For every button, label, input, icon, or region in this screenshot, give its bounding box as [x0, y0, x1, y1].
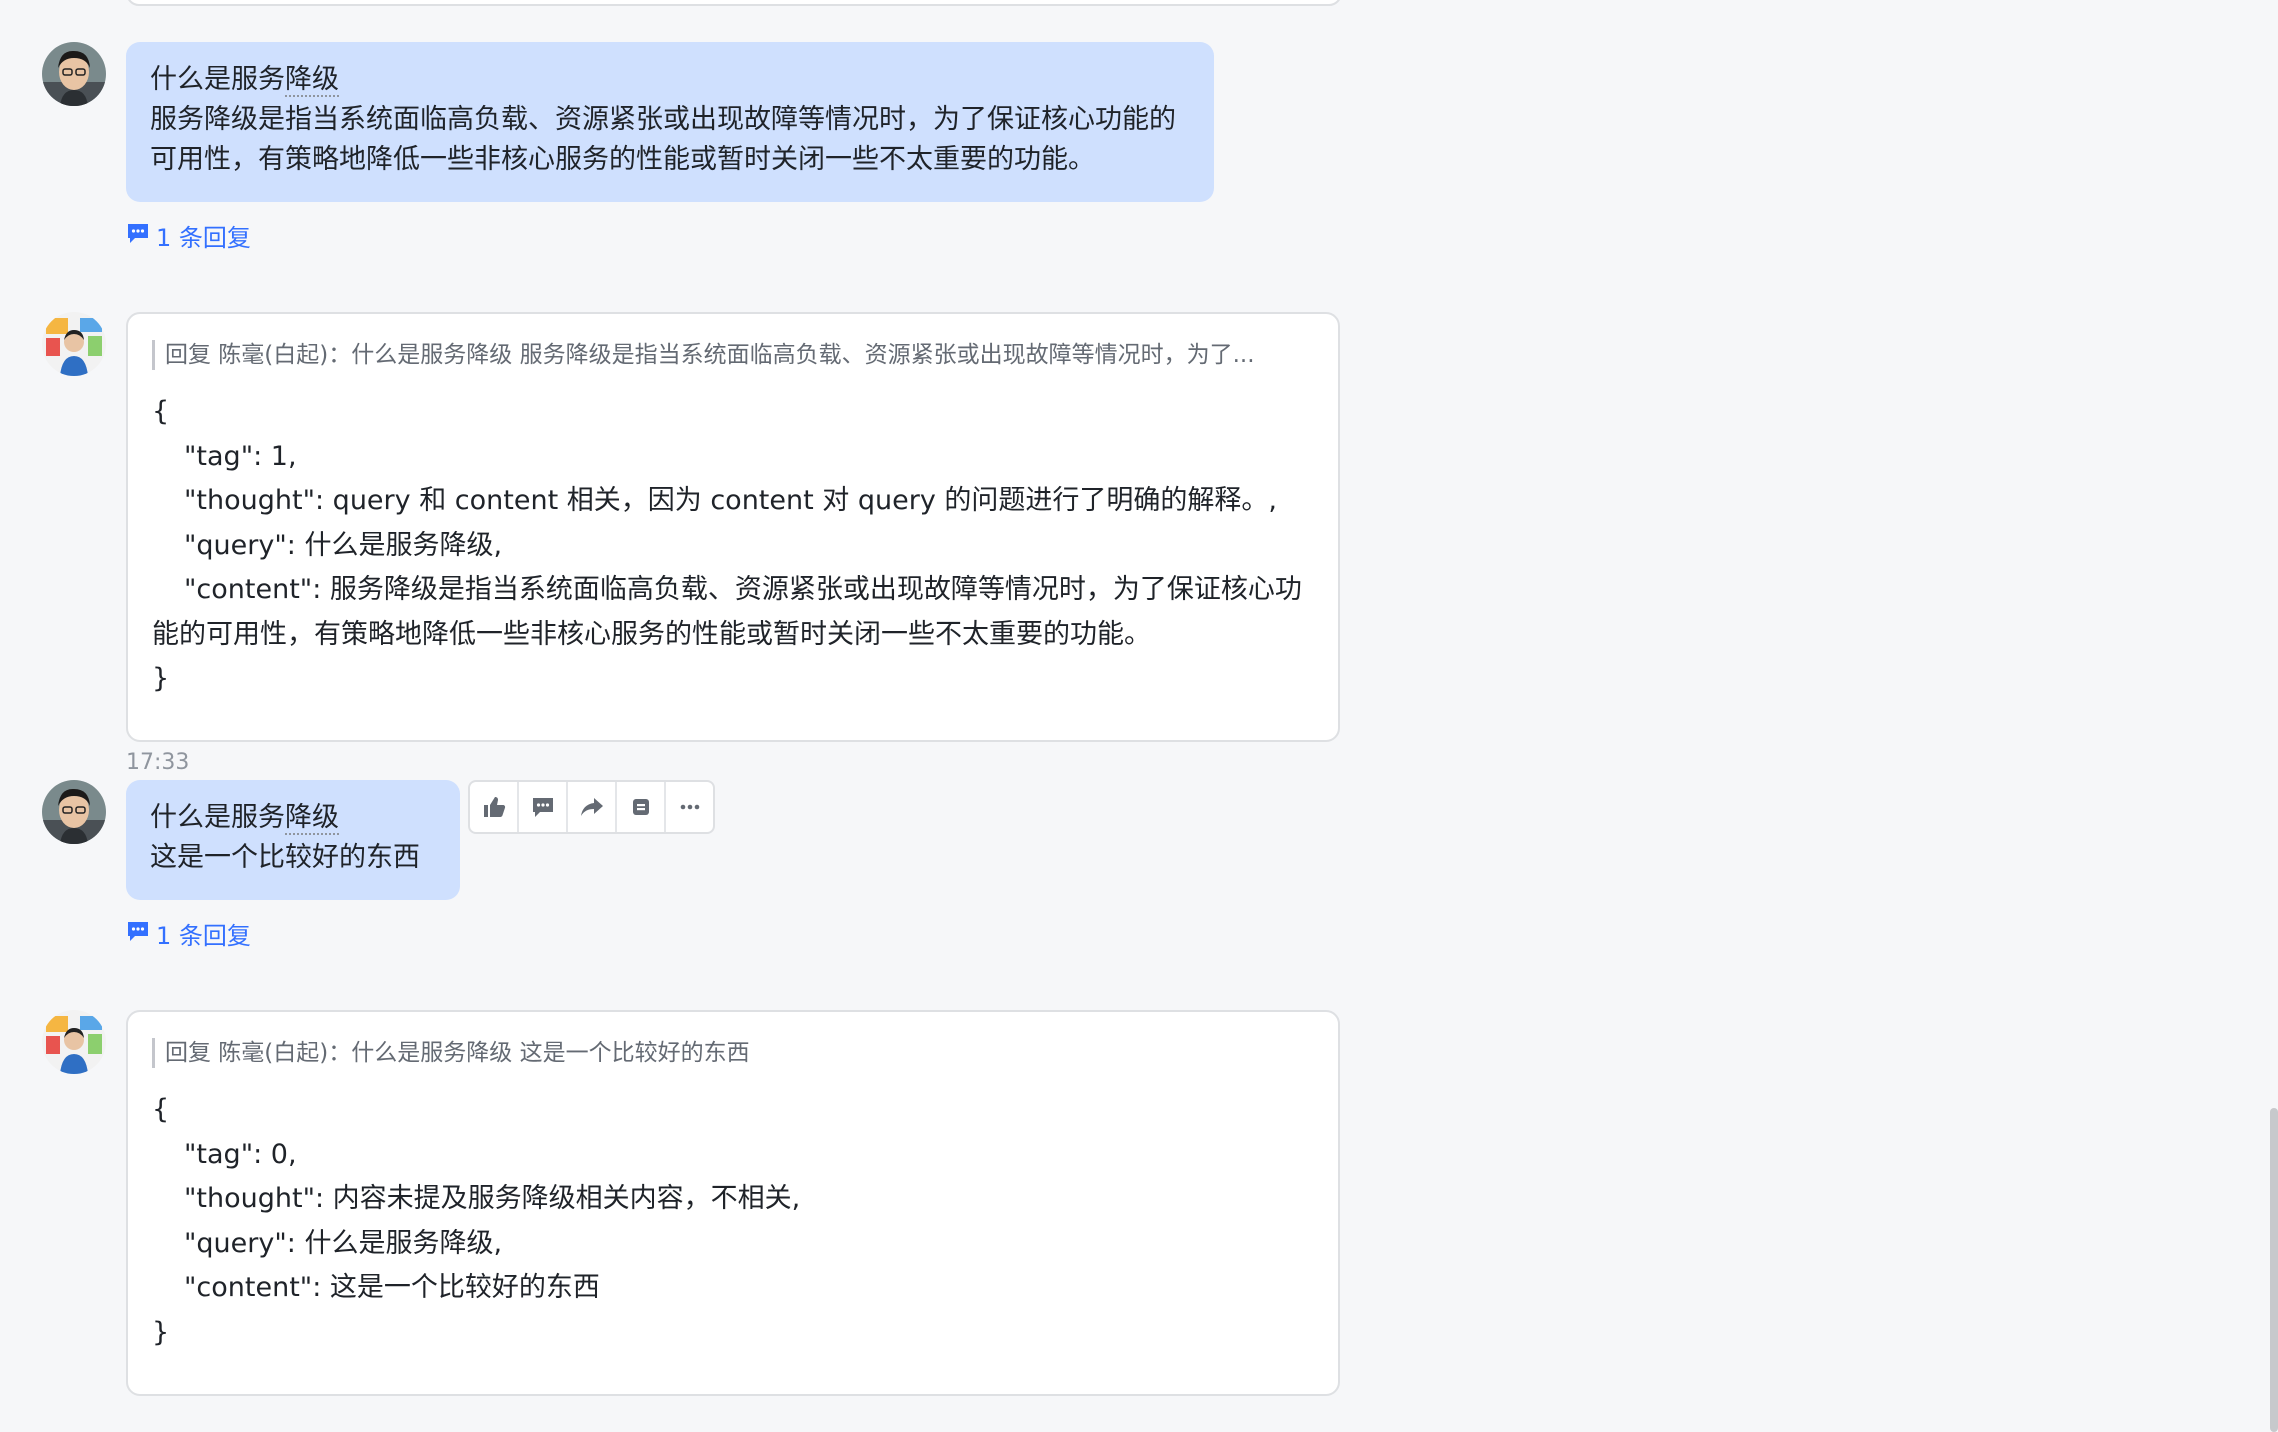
- forward-icon[interactable]: [568, 782, 617, 832]
- json-content: { "tag": 0, "thought": 内容未提及服务降级相关内容，不相关…: [152, 1088, 1314, 1355]
- reply-thread-link[interactable]: 1 条回复: [126, 916, 251, 951]
- reply-card[interactable]: 回复 陈毫(白起)：什么是服务降级 这是一个比较好的东西 { "tag": 0,…: [126, 1010, 1340, 1396]
- term-highlight[interactable]: 降级: [285, 64, 339, 97]
- bot-avatar[interactable]: [42, 312, 106, 376]
- json-line: "thought": query 和 content 相关，因为 content…: [184, 485, 1277, 516]
- reply-card[interactable]: 回复 陈毫(白起)：什么是服务降级 服务降级是指当系统面临高负载、资源紧张或出现…: [126, 312, 1340, 742]
- quoted-reply[interactable]: 回复 陈毫(白起)：什么是服务降级 服务降级是指当系统面临高负载、资源紧张或出现…: [152, 340, 1315, 370]
- user-avatar[interactable]: [42, 42, 106, 106]
- json-line: "thought": 内容未提及服务降级相关内容，不相关,: [184, 1183, 801, 1214]
- scrollbar-thumb[interactable]: [2270, 1108, 2278, 1432]
- comment-icon[interactable]: [519, 782, 568, 832]
- quoted-reply[interactable]: 回复 陈毫(白起)：什么是服务降级 这是一个比较好的东西: [152, 1038, 1315, 1068]
- json-line: "content": 服务降级是指当系统面临高负载、资源紧张或出现故障等情况时，…: [152, 574, 1302, 650]
- json-line: }: [152, 663, 170, 694]
- reply-count: 1 条回复: [156, 922, 251, 950]
- reply-count: 1 条回复: [156, 224, 251, 252]
- json-line: "query": 什么是服务降级,: [184, 1227, 503, 1259]
- term-highlight[interactable]: 降级: [285, 802, 339, 835]
- message-title: 什么是服务降级: [150, 64, 339, 97]
- json-line: {: [152, 1094, 170, 1125]
- bot-avatar[interactable]: [42, 1010, 106, 1074]
- json-content: { "tag": 1, "thought": query 和 content 相…: [152, 390, 1322, 702]
- json-line: "tag": 1,: [184, 440, 297, 472]
- json-line: "tag": 0,: [184, 1138, 297, 1170]
- more-icon[interactable]: [666, 782, 713, 832]
- message-title: 什么是服务降级: [150, 802, 339, 835]
- message-bubble[interactable]: 什么是服务降级 这是一个比较好的东西: [126, 780, 460, 900]
- message-body: 服务降级是指当系统面临高负载、资源紧张或出现故障等情况时，为了保证核心功能的可用…: [150, 104, 1176, 175]
- json-line: }: [152, 1316, 170, 1348]
- message-bubble[interactable]: 什么是服务降级 服务降级是指当系统面临高负载、资源紧张或出现故障等情况时，为了保…: [126, 42, 1214, 202]
- user-avatar[interactable]: [42, 780, 106, 844]
- message-timestamp: 17:33: [126, 750, 190, 775]
- message-action-toolbar: [468, 780, 715, 834]
- message-body: 这是一个比较好的东西: [150, 842, 420, 873]
- comment-icon: [126, 222, 150, 250]
- comment-icon: [126, 920, 150, 948]
- pin-icon[interactable]: [617, 782, 666, 832]
- json-line: "content": 这是一个比较好的东西: [184, 1272, 600, 1303]
- json-line: "query": 什么是服务降级,: [184, 529, 503, 561]
- json-line: {: [152, 396, 170, 427]
- reply-thread-link[interactable]: 1 条回复: [126, 218, 251, 253]
- thumbs-up-icon[interactable]: [470, 782, 519, 832]
- previous-message-card: [126, 0, 1342, 6]
